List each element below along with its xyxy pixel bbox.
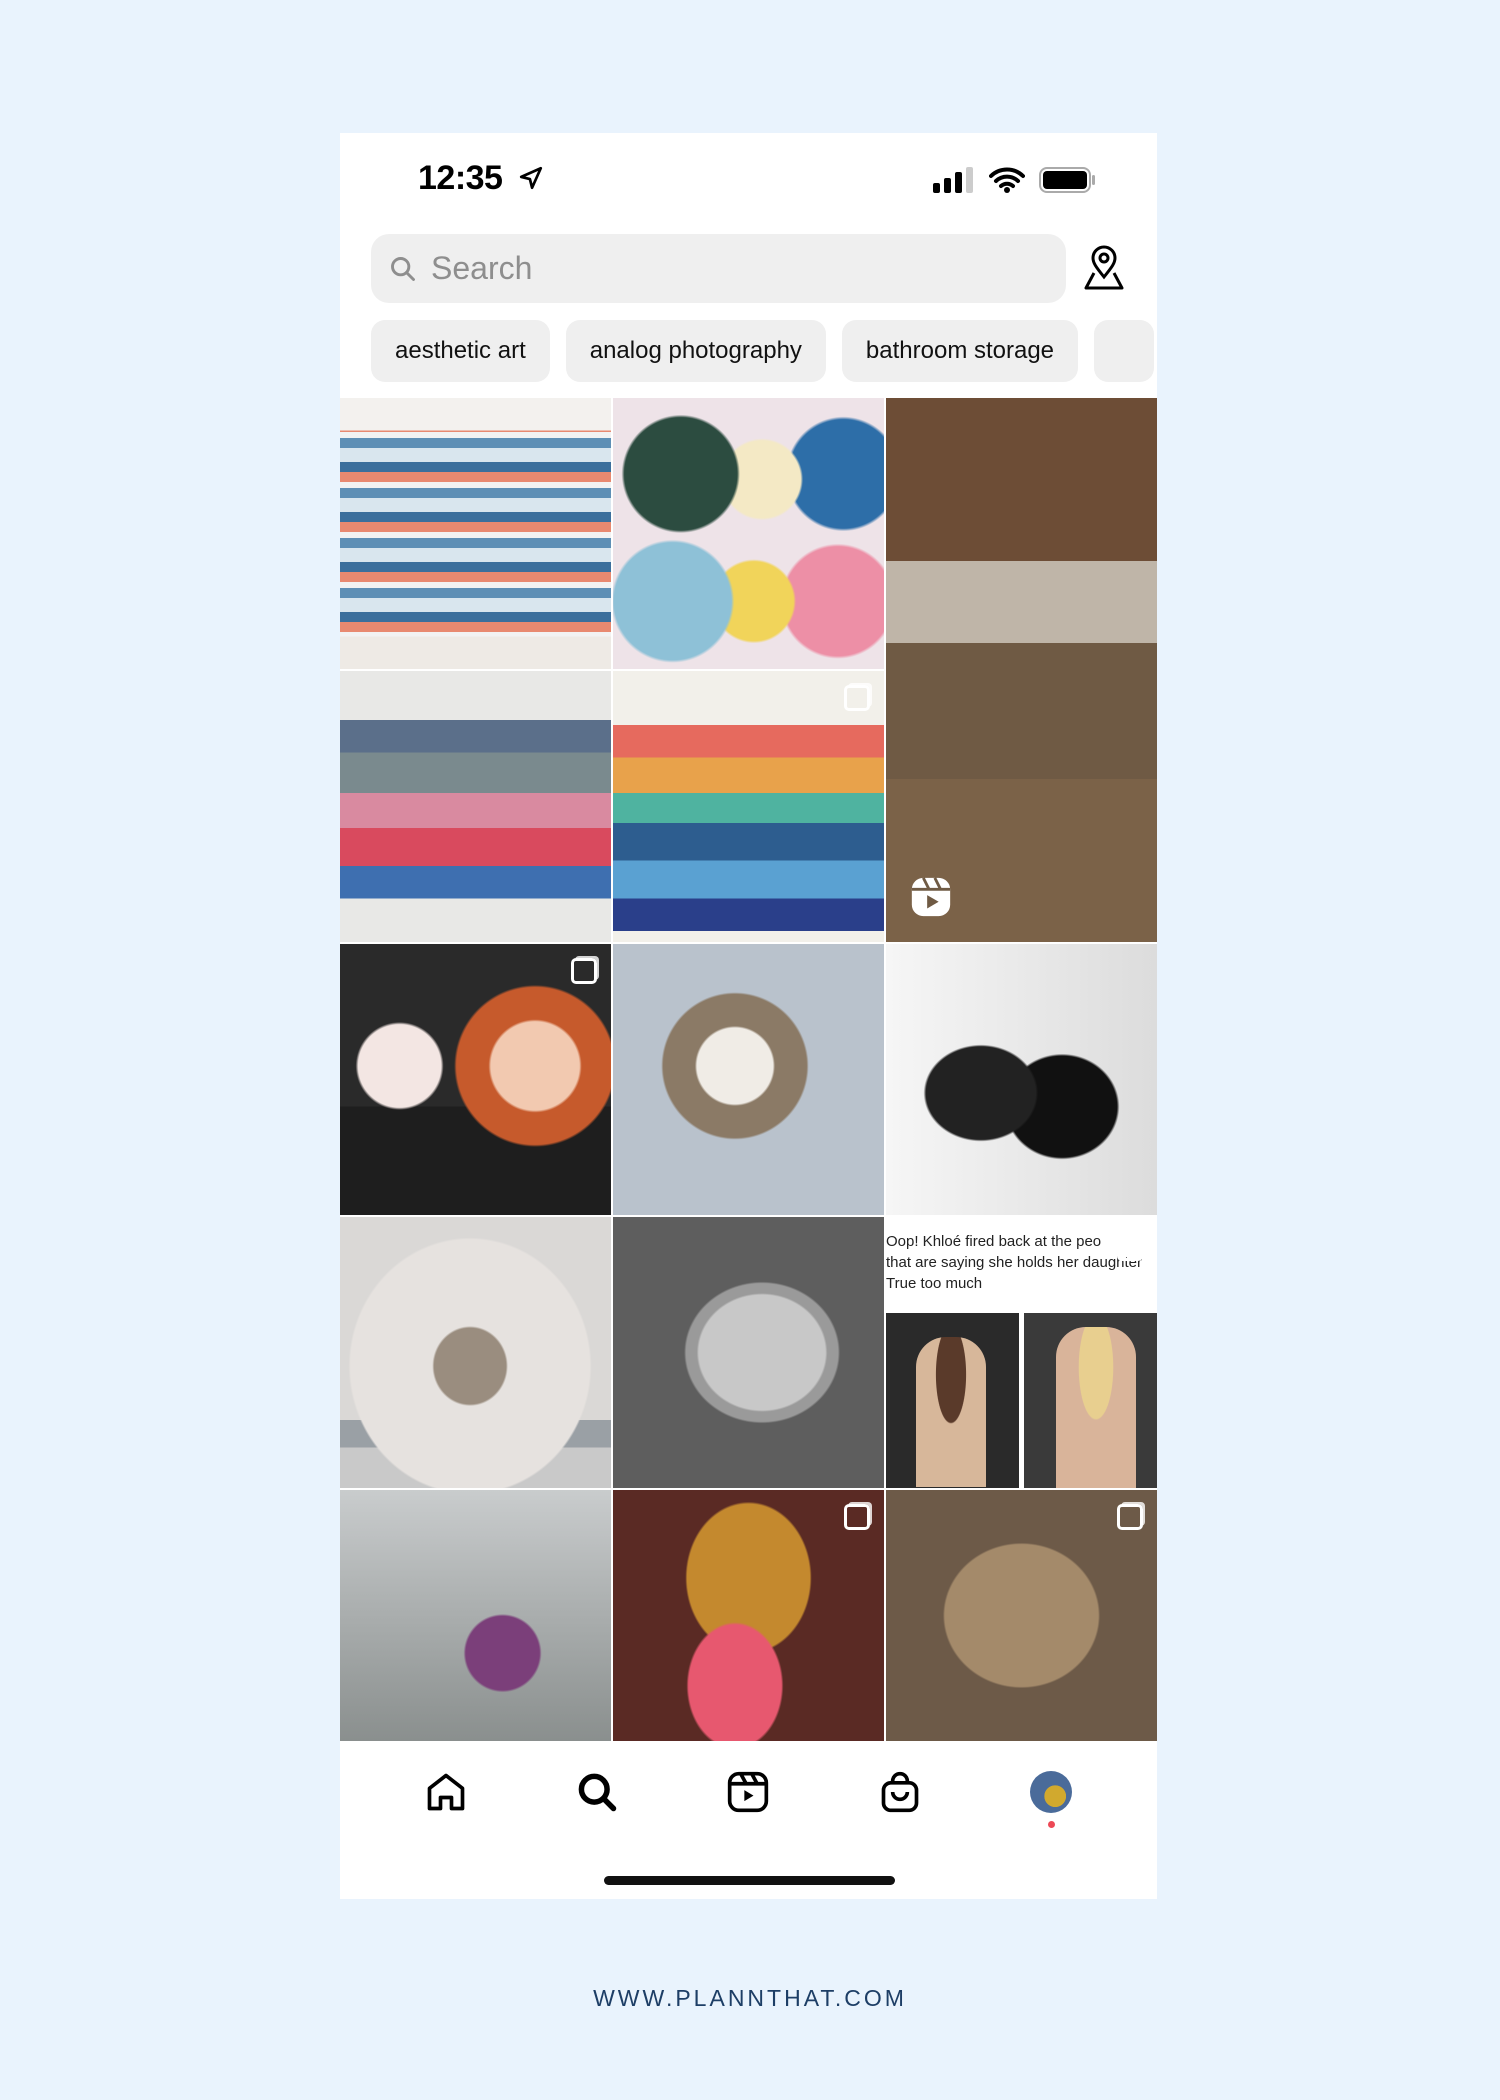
nav-home[interactable]	[416, 1762, 476, 1822]
search-icon	[578, 1773, 617, 1812]
multi-post-icon	[571, 958, 597, 984]
signal-icon	[933, 167, 973, 193]
status-time: 12:35	[418, 159, 503, 197]
chip-analog-photography[interactable]: analog photography	[565, 320, 826, 382]
map-pin-icon[interactable]	[1082, 245, 1126, 291]
grid-tile[interactable]	[613, 671, 884, 942]
grid-tile[interactable]	[340, 398, 611, 669]
nav-shop[interactable]	[870, 1762, 930, 1822]
phone-screen: 12:35 Search aesthetic art analog photog…	[340, 133, 1157, 1899]
tweet-line: True too much	[886, 1275, 983, 1292]
grid-tile[interactable]	[613, 1217, 884, 1488]
grid-tile[interactable]	[886, 1490, 1157, 1741]
grid-tile[interactable]	[613, 1490, 884, 1741]
multi-post-icon	[1117, 1504, 1143, 1530]
avatar	[1030, 1771, 1073, 1813]
grid-tile[interactable]	[340, 1217, 611, 1488]
topic-chips: aesthetic art analog photography bathroo…	[371, 320, 1155, 382]
grid-tile[interactable]	[886, 944, 1157, 1215]
nav-profile[interactable]	[1021, 1762, 1081, 1828]
shopping-bag-icon	[881, 1771, 919, 1813]
grid-tile[interactable]	[340, 944, 611, 1215]
search-icon	[391, 256, 415, 281]
photo-left	[916, 1337, 986, 1487]
nav-search[interactable]	[567, 1762, 627, 1822]
grid-tile[interactable]	[340, 1490, 611, 1741]
home-indicator	[604, 1876, 895, 1885]
footer-url: WWW.PLANNTHAT.COM	[593, 1985, 907, 2011]
location-arrow-icon	[519, 166, 543, 190]
grid-tile-reel[interactable]	[886, 398, 1157, 942]
photo-right	[1056, 1327, 1136, 1488]
grid-tile[interactable]	[613, 944, 884, 1215]
explore-grid: Oop! Khloé fired back at the peo that ar…	[340, 398, 1157, 1876]
reels-icon	[728, 1771, 769, 1813]
home-icon	[427, 1773, 465, 1811]
chip-aesthetic-art[interactable]: aesthetic art	[371, 320, 550, 382]
nav-reels[interactable]	[718, 1762, 778, 1822]
grid-tile[interactable]	[340, 671, 611, 942]
grid-tile-tweet[interactable]: Oop! Khloé fired back at the peo that ar…	[886, 1217, 1157, 1488]
grid-tile[interactable]	[613, 398, 884, 669]
multi-post-icon	[1117, 1235, 1143, 1261]
search-input[interactable]: Search	[371, 234, 1066, 303]
multi-post-icon	[844, 685, 870, 711]
bottom-nav	[340, 1742, 1157, 1842]
multi-post-icon	[844, 1504, 870, 1530]
battery-icon	[1039, 167, 1095, 193]
chip-more[interactable]	[1094, 320, 1155, 382]
tweet-text: Oop! Khloé fired back at the peo that ar…	[886, 1217, 1157, 1313]
chip-bathroom-storage[interactable]: bathroom storage	[841, 320, 1079, 382]
reel-icon	[911, 877, 951, 917]
wifi-icon	[989, 167, 1025, 193]
notification-dot	[1048, 1821, 1056, 1828]
search-placeholder: Search	[431, 250, 533, 286]
